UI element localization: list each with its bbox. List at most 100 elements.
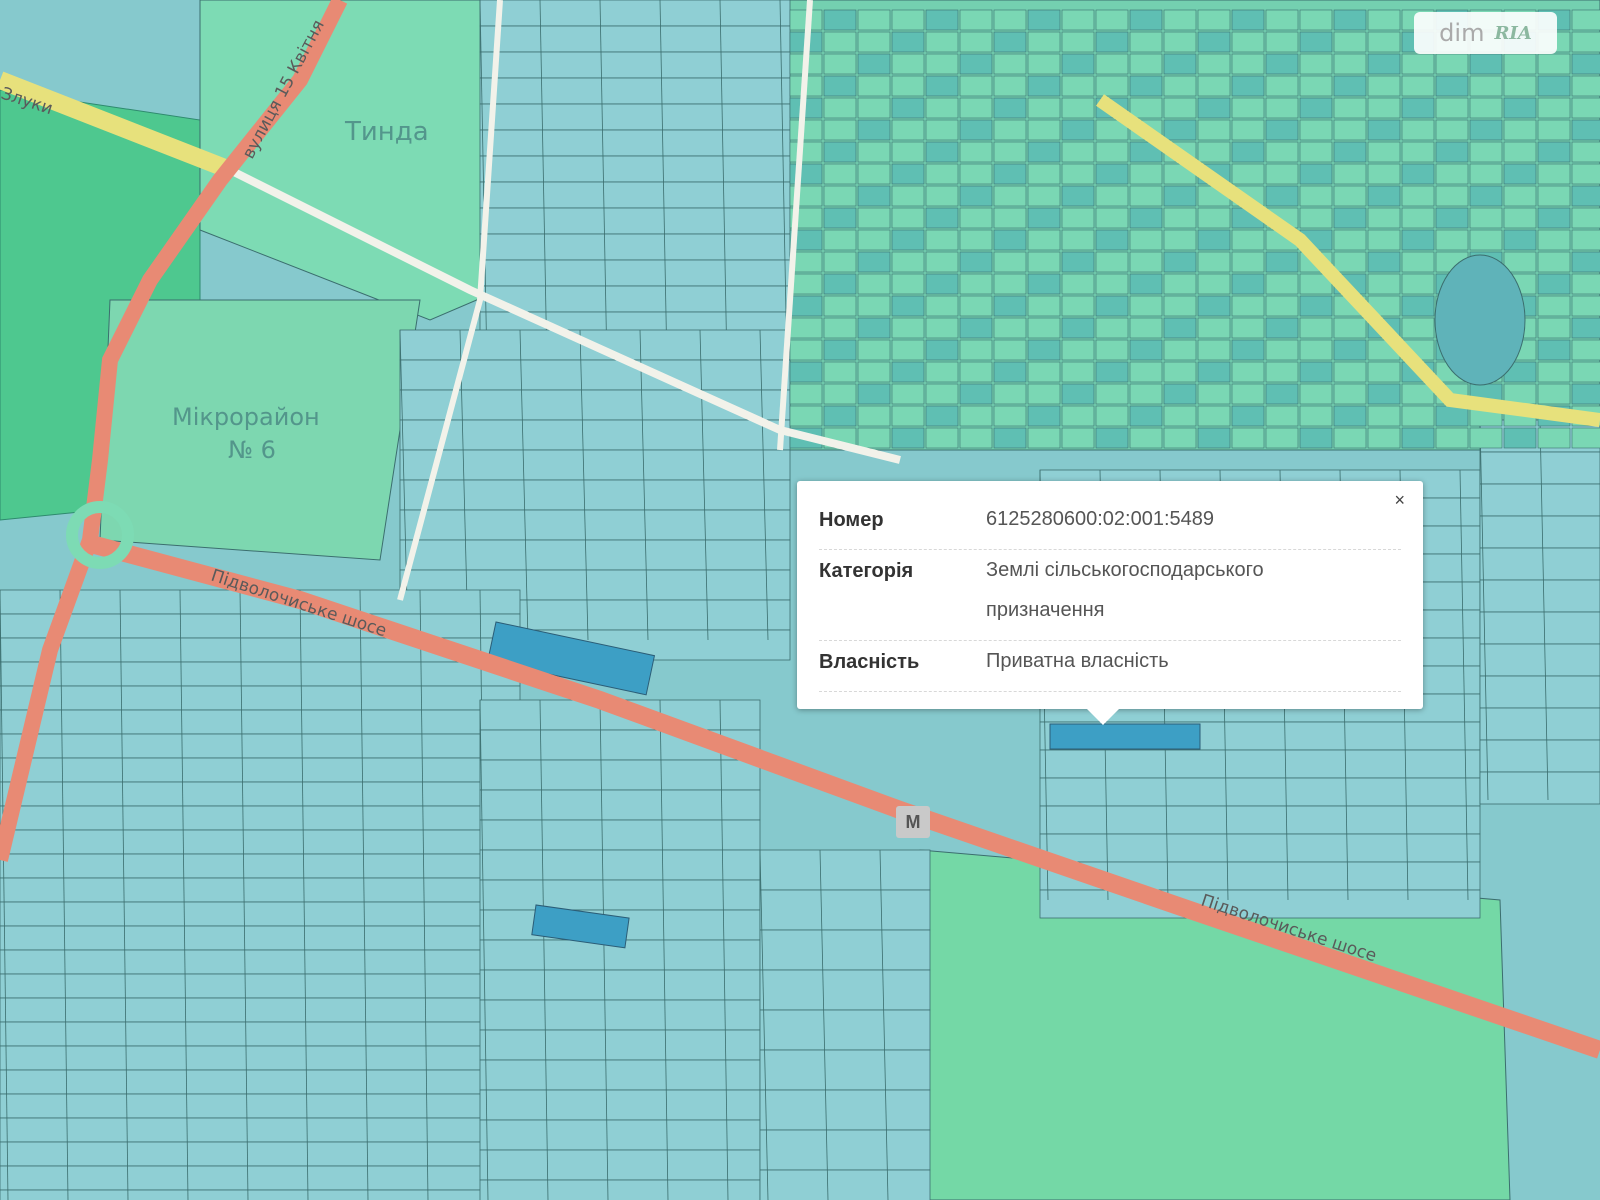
residential-plot[interactable] [1265, 317, 1299, 339]
residential-plot[interactable] [891, 185, 925, 207]
parcel[interactable] [759, 969, 931, 1011]
residential-plot[interactable] [1163, 405, 1197, 427]
parcel[interactable] [0, 733, 521, 759]
residential-plot[interactable] [1061, 383, 1095, 405]
residential-plot[interactable] [1163, 185, 1197, 207]
residential-plot[interactable] [1129, 317, 1163, 339]
residential-plot[interactable] [1061, 317, 1095, 339]
parcel[interactable] [479, 155, 791, 183]
residential-plot[interactable] [857, 75, 891, 97]
residential-plot[interactable] [1571, 97, 1600, 119]
parcel[interactable] [0, 661, 521, 687]
residential-plot[interactable] [1435, 163, 1469, 185]
parcel[interactable] [1479, 451, 1600, 485]
residential-plot[interactable] [1333, 251, 1367, 273]
residential-plot[interactable] [1265, 163, 1299, 185]
residential-plot[interactable] [1333, 427, 1367, 449]
parcel[interactable] [1039, 833, 1481, 863]
residential-plot[interactable] [993, 75, 1027, 97]
residential-plot[interactable] [891, 339, 925, 361]
residential-plot[interactable] [823, 119, 857, 141]
residential-plot[interactable] [1299, 317, 1333, 339]
parcel[interactable] [0, 1021, 521, 1047]
residential-plot[interactable] [1163, 31, 1197, 53]
residential-plot[interactable] [1129, 31, 1163, 53]
parcel[interactable] [479, 0, 791, 27]
residential-plot[interactable] [891, 317, 925, 339]
residential-plot[interactable] [1333, 75, 1367, 97]
residential-plot[interactable] [1231, 75, 1265, 97]
residential-plot[interactable] [857, 207, 891, 229]
residential-plot[interactable] [1537, 119, 1571, 141]
residential-plot[interactable] [1299, 207, 1333, 229]
residential-plot[interactable] [1061, 31, 1095, 53]
residential-plot[interactable] [1197, 75, 1231, 97]
residential-plot[interactable] [1163, 9, 1197, 31]
residential-plot[interactable] [1299, 31, 1333, 53]
residential-plot[interactable] [1571, 427, 1600, 449]
residential-plot[interactable] [1571, 185, 1600, 207]
residential-plot[interactable] [993, 317, 1027, 339]
residential-plot[interactable] [789, 273, 823, 295]
residential-plot[interactable] [1197, 361, 1231, 383]
residential-plot[interactable] [823, 273, 857, 295]
residential-plot[interactable] [1401, 273, 1435, 295]
parcel[interactable] [479, 849, 761, 881]
parcel[interactable] [479, 759, 761, 791]
residential-plot[interactable] [1027, 53, 1061, 75]
residential-plot[interactable] [1367, 383, 1401, 405]
residential-plot[interactable] [1129, 185, 1163, 207]
residential-plot[interactable] [925, 317, 959, 339]
residential-plot[interactable] [789, 141, 823, 163]
residential-plot[interactable] [959, 31, 993, 53]
residential-plot[interactable] [891, 273, 925, 295]
residential-plot[interactable] [1299, 295, 1333, 317]
residential-plot[interactable] [993, 405, 1027, 427]
residential-plot[interactable] [1265, 97, 1299, 119]
residential-plot[interactable] [857, 31, 891, 53]
residential-plot[interactable] [1401, 405, 1435, 427]
residential-plot[interactable] [1333, 141, 1367, 163]
parcel[interactable] [399, 539, 791, 571]
residential-plot[interactable] [1367, 31, 1401, 53]
residential-plot[interactable] [1265, 427, 1299, 449]
residential-plot[interactable] [925, 119, 959, 141]
residential-plot[interactable] [823, 251, 857, 273]
residential-plot[interactable] [1197, 339, 1231, 361]
parcel[interactable] [0, 1093, 521, 1119]
residential-plot[interactable] [959, 273, 993, 295]
parcel[interactable] [479, 51, 791, 79]
residential-plot[interactable] [1537, 273, 1571, 295]
parcel[interactable] [0, 613, 521, 639]
residential-plot[interactable] [789, 163, 823, 185]
residential-plot[interactable] [1231, 317, 1265, 339]
residential-plot[interactable] [959, 405, 993, 427]
residential-plot[interactable] [1163, 383, 1197, 405]
residential-plot[interactable] [1027, 339, 1061, 361]
residential-plot[interactable] [1197, 53, 1231, 75]
residential-plot[interactable] [857, 339, 891, 361]
residential-plot[interactable] [1367, 53, 1401, 75]
parcel[interactable] [0, 1189, 521, 1200]
residential-plot[interactable] [1265, 405, 1299, 427]
parcel[interactable] [759, 1129, 931, 1171]
residential-plot[interactable] [925, 31, 959, 53]
residential-plot[interactable] [1265, 141, 1299, 163]
residential-plot[interactable] [789, 295, 823, 317]
residential-plot[interactable] [1197, 317, 1231, 339]
residential-plot[interactable] [1299, 53, 1333, 75]
residential-plot[interactable] [1571, 207, 1600, 229]
residential-plot[interactable] [789, 317, 823, 339]
residential-plot[interactable] [1095, 295, 1129, 317]
residential-plot[interactable] [857, 317, 891, 339]
residential-plot[interactable] [1401, 97, 1435, 119]
residential-plot[interactable] [1537, 251, 1571, 273]
parcel[interactable] [0, 1141, 521, 1167]
residential-plot[interactable] [1061, 273, 1095, 295]
parcel[interactable] [759, 849, 931, 891]
residential-plot[interactable] [1571, 273, 1600, 295]
residential-plot[interactable] [1265, 339, 1299, 361]
residential-plot[interactable] [1571, 361, 1600, 383]
residential-plot[interactable] [1197, 207, 1231, 229]
residential-plot[interactable] [1571, 119, 1600, 141]
